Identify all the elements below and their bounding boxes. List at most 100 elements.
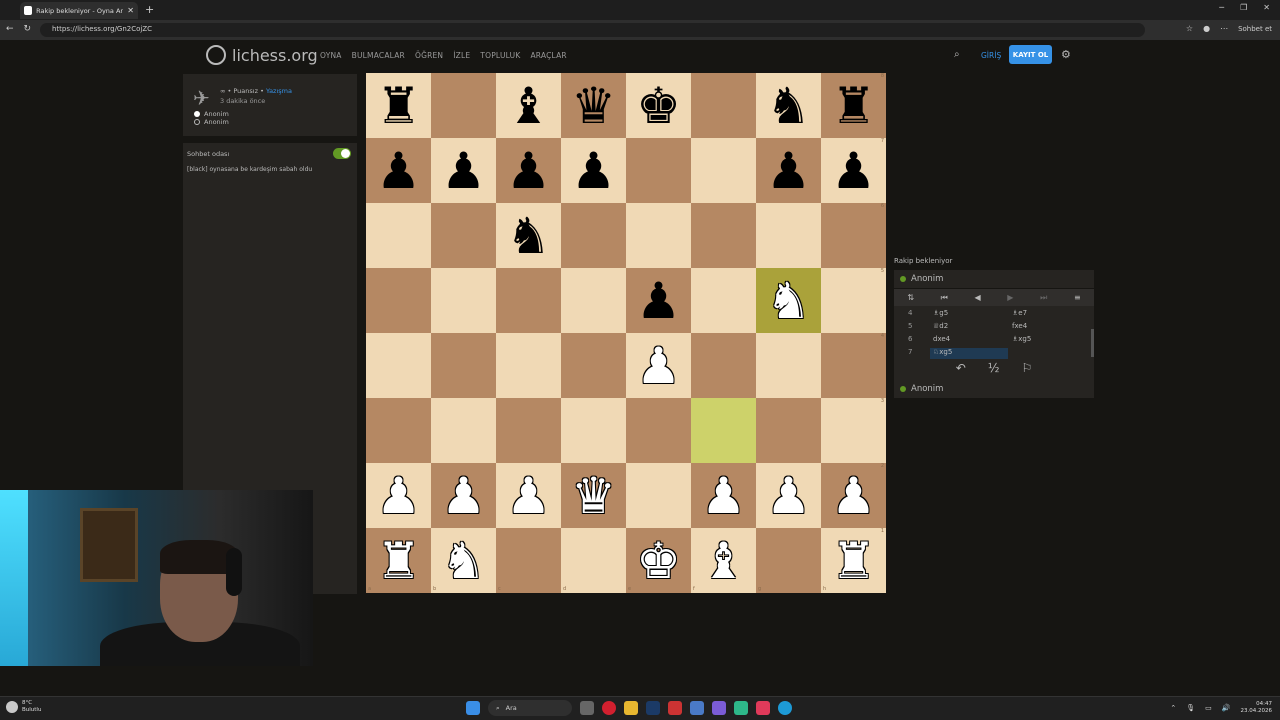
white-piece-c2[interactable]: ♟	[506, 471, 551, 521]
resign-flag-icon[interactable]: ⚐	[1021, 361, 1032, 375]
app-icon[interactable]	[668, 701, 682, 715]
chat-app-icon[interactable]	[734, 701, 748, 715]
close-window-icon[interactable]: ✕	[1263, 3, 1270, 12]
square-e3[interactable]	[626, 398, 691, 463]
task-view-icon[interactable]	[580, 701, 594, 715]
black-move[interactable]: ♗e7	[1012, 309, 1027, 317]
black-piece-h7[interactable]: ♟	[831, 146, 876, 196]
square-e7[interactable]	[626, 138, 691, 203]
square-e4[interactable]: ♟	[626, 333, 691, 398]
menu-item-puzzles[interactable]: BULMACALAR	[352, 51, 405, 60]
white-move[interactable]: ♘xg5	[930, 348, 1008, 359]
square-f1[interactable]: ♝ f	[691, 528, 756, 593]
square-h1[interactable]: ♜ 1 h	[821, 528, 886, 593]
gear-icon[interactable]: ⚙	[1061, 48, 1071, 61]
site-logo[interactable]: lichess.org	[206, 45, 318, 65]
square-g4[interactable]	[756, 333, 821, 398]
square-b8[interactable]	[431, 73, 496, 138]
white-move[interactable]: ♗g5	[930, 309, 1008, 320]
white-piece-a2[interactable]: ♟	[376, 471, 421, 521]
square-g3[interactable]	[756, 398, 821, 463]
square-e5[interactable]: ♟	[626, 268, 691, 333]
square-h5[interactable]: 5	[821, 268, 886, 333]
square-f7[interactable]	[691, 138, 756, 203]
square-d2[interactable]: ♛	[561, 463, 626, 528]
black-piece-b7[interactable]: ♟	[441, 146, 486, 196]
edge-icon[interactable]	[778, 701, 792, 715]
white-piece-b2[interactable]: ♟	[441, 471, 486, 521]
square-c3[interactable]	[496, 398, 561, 463]
black-piece-d8[interactable]: ♛	[571, 81, 616, 131]
square-c2[interactable]: ♟	[496, 463, 561, 528]
menu-item-play[interactable]: OYNA	[320, 51, 342, 60]
square-g8[interactable]: ♞	[756, 73, 821, 138]
square-c4[interactable]	[496, 333, 561, 398]
square-a1[interactable]: ♜ a	[366, 528, 431, 593]
white-piece-h1[interactable]: ♜	[831, 536, 876, 586]
black-piece-g7[interactable]: ♟	[766, 146, 811, 196]
square-a8[interactable]: ♜	[366, 73, 431, 138]
square-c5[interactable]	[496, 268, 561, 333]
square-b3[interactable]	[431, 398, 496, 463]
back-icon[interactable]: ←	[6, 24, 14, 34]
square-a3[interactable]	[366, 398, 431, 463]
vpn-icon[interactable]	[690, 701, 704, 715]
browser-tab[interactable]: Rakip bekleniyor - Oyna Anon ✕	[20, 2, 138, 19]
black-piece-h8[interactable]: ♜	[831, 81, 876, 131]
star-icon[interactable]: ☆	[1186, 24, 1193, 33]
square-f2[interactable]: ♟	[691, 463, 756, 528]
square-d1[interactable]: d	[561, 528, 626, 593]
steam-icon[interactable]	[646, 701, 660, 715]
black-piece-e8[interactable]: ♚	[636, 81, 681, 131]
opera-icon[interactable]	[602, 701, 616, 715]
square-a7[interactable]: ♟	[366, 138, 431, 203]
white-piece-e1[interactable]: ♚	[636, 536, 681, 586]
square-g6[interactable]	[756, 203, 821, 268]
white-move[interactable]: dxe4	[930, 335, 1008, 346]
square-d6[interactable]	[561, 203, 626, 268]
last-move-icon[interactable]: ⏭	[1040, 293, 1047, 303]
menu-item-watch[interactable]: İZLE	[453, 51, 470, 60]
square-a5[interactable]	[366, 268, 431, 333]
chess-board[interactable]: ♜ ♝ ♛ ♚ ♞ ♜ 8 ♟ ♟ ♟ ♟ ♟ ♟ 7 ♞ 6 ♟ ♞ 5 ♟ 4 3 ♟ ♟ ♟ ♛ ♟ ♟ ♟ 2 ♜ a ♞ b c d ♚ e ♝ f…	[366, 73, 886, 593]
square-e6[interactable]	[626, 203, 691, 268]
variant-link[interactable]: Yazışma	[266, 87, 292, 95]
square-b5[interactable]	[431, 268, 496, 333]
black-piece-c7[interactable]: ♟	[506, 146, 551, 196]
refresh-icon[interactable]: ↻	[24, 24, 32, 34]
next-move-icon[interactable]: ▶	[1007, 293, 1013, 302]
square-f3[interactable]	[691, 398, 756, 463]
black-piece-a8[interactable]: ♜	[376, 81, 421, 131]
black-piece-c6[interactable]: ♞	[506, 211, 551, 261]
square-b7[interactable]: ♟	[431, 138, 496, 203]
square-f4[interactable]	[691, 333, 756, 398]
square-h6[interactable]: 6	[821, 203, 886, 268]
minimize-icon[interactable]: ─	[1219, 3, 1224, 12]
discord-icon[interactable]	[712, 701, 726, 715]
maximize-icon[interactable]: ❐	[1240, 3, 1247, 12]
signup-button[interactable]: KAYIT OL	[1009, 45, 1052, 64]
profile-avatar-icon[interactable]: ●	[1203, 24, 1210, 33]
square-e8[interactable]: ♚	[626, 73, 691, 138]
square-a2[interactable]: ♟	[366, 463, 431, 528]
search-icon[interactable]: ⌕	[954, 49, 960, 60]
square-h3[interactable]: 3	[821, 398, 886, 463]
black-player-name[interactable]: Anonim	[204, 118, 229, 126]
white-piece-g2[interactable]: ♟	[766, 471, 811, 521]
media-app-icon[interactable]	[756, 701, 770, 715]
takeback-icon[interactable]: ↶	[956, 361, 966, 375]
square-d3[interactable]	[561, 398, 626, 463]
square-c1[interactable]: c	[496, 528, 561, 593]
square-c8[interactable]: ♝	[496, 73, 561, 138]
white-piece-h2[interactable]: ♟	[831, 471, 876, 521]
square-f6[interactable]	[691, 203, 756, 268]
menu-icon[interactable]: ≡	[1074, 293, 1081, 302]
bottom-player-name[interactable]: Anonim	[911, 384, 943, 394]
tray-chevron-icon[interactable]: ⌃	[1170, 704, 1176, 712]
new-tab-icon[interactable]: +	[145, 3, 154, 16]
volume-icon[interactable]: 🔊	[1222, 704, 1231, 712]
square-g1[interactable]: g	[756, 528, 821, 593]
square-d7[interactable]: ♟	[561, 138, 626, 203]
monitor-icon[interactable]: ▭	[1205, 704, 1212, 712]
flip-board-icon[interactable]: ⇅	[907, 293, 914, 302]
